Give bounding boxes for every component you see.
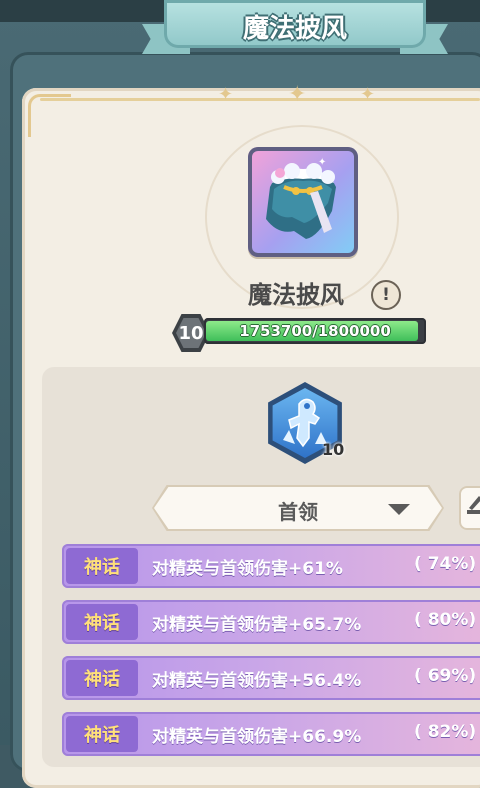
caret-down-icon[interactable]: [388, 504, 410, 515]
star-decoration: ✦: [360, 84, 376, 105]
corner-decoration: [28, 94, 71, 137]
svg-text:✦: ✦: [318, 157, 326, 168]
title-banner: 魔法披风: [142, 0, 448, 54]
edit-icon: [467, 496, 480, 514]
decor-line: [40, 98, 480, 101]
stat-percentage: ( 74%): [414, 554, 477, 574]
banner-body: 魔法披风: [164, 0, 426, 48]
stat-percentage: ( 80%): [414, 610, 477, 630]
xp-progress-text: 1753700/1800000: [239, 322, 391, 340]
rarity-tag: 神话: [66, 660, 138, 696]
stat-percentage: ( 69%): [414, 666, 477, 686]
page-title: 魔法披风: [242, 14, 347, 44]
xp-progress-bar: 1753700/1800000: [204, 318, 426, 344]
stat-description: 对精英与首领伤害+65.7%: [152, 615, 362, 635]
cape-icon: ✦: [266, 157, 336, 239]
star-decoration: ✦: [218, 84, 234, 105]
stat-row[interactable]: 神话 对精英与首领伤害+66.9% ( 82%): [62, 712, 480, 756]
item-card[interactable]: ✦: [248, 147, 358, 257]
stat-description: 对精英与首领伤害+56.4%: [152, 671, 362, 691]
stat-description: 对精英与首领伤害+66.9%: [152, 727, 362, 747]
star-decoration: ✦: [288, 82, 307, 107]
rarity-tag: 神话: [66, 604, 138, 640]
stat-row[interactable]: 神话 对精英与首领伤害+61% ( 74%): [62, 544, 480, 588]
item-name: 魔法披风: [248, 281, 344, 309]
skill-level: 10: [322, 440, 345, 459]
exclamation-icon[interactable]: !: [371, 280, 401, 310]
stat-row[interactable]: 神话 对精英与首领伤害+56.4% ( 69%): [62, 656, 480, 700]
stat-percentage: ( 82%): [414, 722, 477, 742]
stat-description: 对精英与首领伤害+61%: [152, 559, 343, 579]
rarity-tag: 神话: [66, 716, 138, 752]
stat-row[interactable]: 神话 对精英与首领伤害+65.7% ( 80%): [62, 600, 480, 644]
rarity-tag: 神话: [66, 548, 138, 584]
